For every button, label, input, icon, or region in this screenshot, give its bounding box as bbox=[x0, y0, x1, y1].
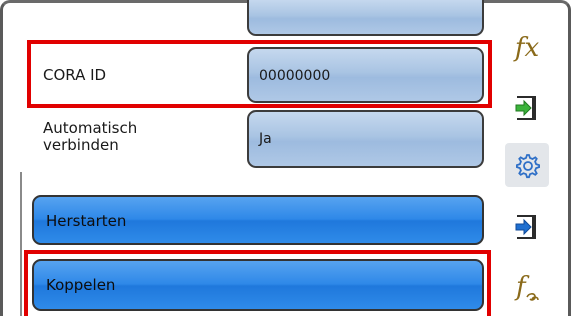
restart-button-label: Herstarten bbox=[46, 212, 127, 230]
restart-button[interactable]: Herstarten bbox=[32, 195, 484, 245]
auto-connect-value: Ja bbox=[259, 131, 272, 147]
settings-gear-icon[interactable] bbox=[505, 143, 549, 187]
auto-connect-label-line1: Automatisch bbox=[43, 119, 138, 137]
auto-connect-label-line2: verbinden bbox=[43, 136, 119, 154]
function-icon[interactable]: fx bbox=[505, 26, 549, 70]
pair-button-highlight bbox=[24, 250, 491, 316]
export-icon[interactable] bbox=[505, 205, 549, 249]
function-link-icon[interactable]: f bbox=[505, 266, 549, 310]
previous-field[interactable] bbox=[247, 0, 484, 36]
sidebar: fx f bbox=[505, 0, 571, 316]
cora-id-highlight bbox=[27, 40, 492, 108]
auto-connect-field[interactable]: Ja bbox=[247, 110, 484, 168]
import-icon[interactable] bbox=[505, 86, 549, 130]
auto-connect-label: Automatisch verbinden bbox=[43, 120, 137, 154]
scrollbar[interactable] bbox=[20, 172, 22, 316]
svg-text:f: f bbox=[514, 272, 530, 302]
